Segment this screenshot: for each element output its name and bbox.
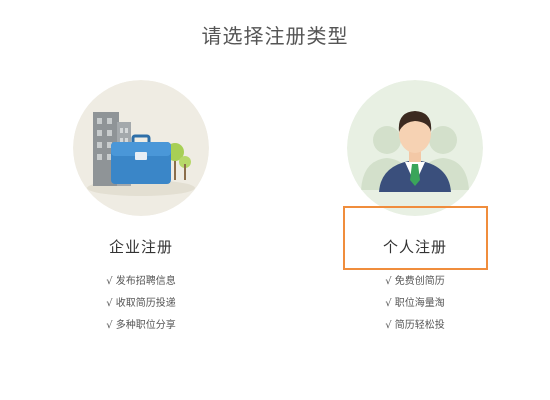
enterprise-feature-list: √ 发布招聘信息 √ 收取简历投递 √ 多种职位分享 (66, 271, 216, 337)
enterprise-registration-option[interactable]: 企业注册 √ 发布招聘信息 √ 收取简历投递 √ 多种职位分享 (66, 80, 216, 337)
personal-circle[interactable] (347, 80, 483, 216)
list-item: √ 简历轻松投 (385, 320, 445, 331)
personal-registration-label[interactable]: 个人注册 (340, 236, 490, 257)
list-item: √ 免费创简历 (385, 276, 445, 287)
page-title: 请选择注册类型 (201, 24, 349, 48)
enterprise-circle[interactable] (73, 80, 209, 216)
list-item: √ 发布招聘信息 (106, 276, 176, 287)
registration-type-page: 请选择注册类型 企业注册 √ 发布招聘信息 √ 收取简历投递 √ 多种职位分享 … (0, 0, 550, 400)
list-item: √ 职位海量淘 (385, 298, 445, 309)
personal-registration-option[interactable]: 个人注册 √ 免费创简历 √ 职位海量淘 √ 简历轻松投 (340, 80, 490, 337)
list-item: √ 收取简历投递 (106, 298, 176, 309)
building-briefcase-icon (73, 80, 209, 216)
businessman-avatar-icon (347, 80, 483, 216)
enterprise-registration-label[interactable]: 企业注册 (66, 236, 216, 257)
personal-feature-list: √ 免费创简历 √ 职位海量淘 √ 简历轻松投 (340, 271, 490, 337)
list-item: √ 多种职位分享 (106, 320, 176, 331)
